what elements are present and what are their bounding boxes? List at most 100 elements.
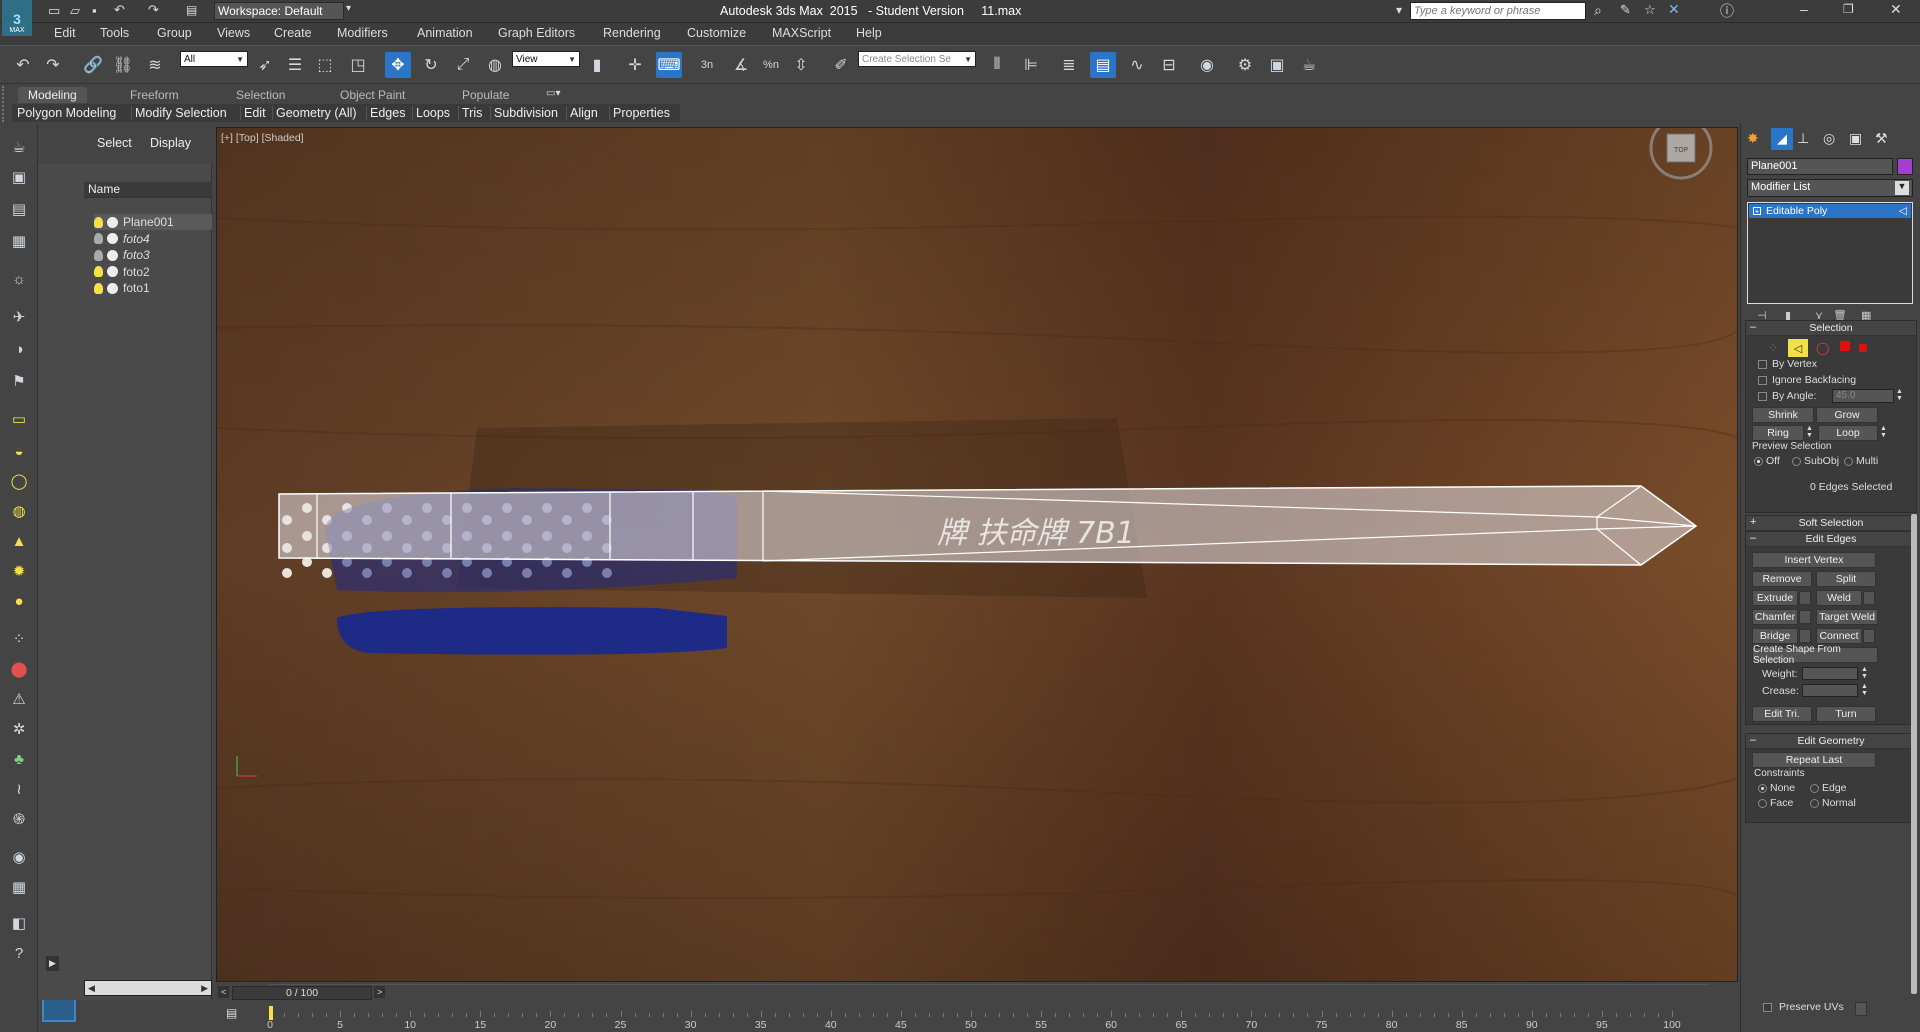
menu-maxscript[interactable]: MAXScript [772, 26, 831, 40]
workspace-dropdown-chevron-icon[interactable]: ▾ [346, 3, 351, 14]
edit-tri-button[interactable]: Edit Tri. [1752, 706, 1812, 722]
bones-filter-icon[interactable]: ◍ [6, 500, 32, 522]
shapes-filter-icon[interactable]: ◒ [6, 440, 32, 462]
time-marker[interactable] [269, 1006, 273, 1020]
search-input[interactable] [1410, 2, 1586, 20]
loop-button[interactable]: Loop [1818, 425, 1878, 441]
ring-spinner-icon[interactable]: ▲ ▼ [1806, 425, 1813, 439]
plane001-mesh[interactable]: 牌 扶命牌 7B1 [278, 485, 1698, 566]
extrude-button[interactable]: Extrude [1752, 590, 1798, 606]
ribbon-align[interactable]: Align [566, 106, 601, 120]
preserve-uvs-checkbox[interactable] [1763, 1003, 1772, 1012]
menu-views[interactable]: Views [217, 26, 250, 40]
mirror-icon[interactable]: ⫴ [984, 52, 1010, 78]
align-icon[interactable]: ⊫ [1018, 52, 1044, 78]
light-toggle-icon[interactable] [94, 216, 103, 228]
create-shape-button[interactable]: Create Shape From Selection [1752, 644, 1878, 666]
cameras-filter-icon[interactable]: ⚑ [6, 370, 32, 392]
vertex-mode-icon[interactable]: ⁘ [1768, 341, 1778, 355]
split-button[interactable]: Split [1816, 571, 1876, 587]
ribbon-tab-modeling[interactable]: Modeling [18, 87, 87, 103]
extrude-settings-icon[interactable] [1799, 591, 1811, 605]
ribbon-geometry-all[interactable]: Geometry (All) [272, 106, 360, 120]
favorites-icon[interactable]: ☆ [1644, 2, 1656, 18]
polygon-mode-icon[interactable] [1840, 341, 1850, 351]
restore-icon[interactable]: ❐ [1843, 2, 1854, 16]
weight-spinner-arrows-icon[interactable]: ▲ ▼ [1861, 666, 1868, 680]
space-warps-filter-icon[interactable]: ◑ [6, 338, 32, 360]
turn-button[interactable]: Turn [1816, 706, 1876, 722]
preview-multi-radio[interactable] [1844, 457, 1853, 466]
timeline-ruler[interactable]: 0 5 10 15 20 25 30 35 40 45 50 55 60 65 70 75 80 85 90 95 10… [267, 984, 1710, 1032]
select-and-rotate-icon[interactable]: ↻ [418, 52, 444, 78]
weight-spinner[interactable] [1802, 667, 1858, 680]
open-file-icon[interactable]: ▱ [70, 3, 80, 19]
select-and-move-icon[interactable]: ✥ [385, 52, 411, 78]
target-weld-button[interactable]: Target Weld [1816, 609, 1878, 625]
groups-filter-icon[interactable]: ⬤ [6, 658, 32, 680]
edit-edges-header[interactable]: – Edit Edges [1746, 532, 1916, 547]
ribbon-grip[interactable] [2, 86, 10, 122]
visibility-toggle-icon[interactable] [107, 233, 118, 244]
redo-icon[interactable]: ↷ [148, 2, 159, 18]
snaps-toggle-icon[interactable]: 3n [694, 52, 720, 78]
visibility-toggle-icon[interactable] [107, 266, 118, 277]
autodesk-x-icon[interactable]: ✕ [1668, 1, 1680, 18]
object-name-field[interactable]: Plane001 [1747, 158, 1893, 175]
visibility-toggle-icon[interactable] [107, 282, 118, 294]
edit-named-selection-icon[interactable]: ✐ [828, 52, 854, 78]
display-tab-icon[interactable]: ▣ [1849, 130, 1862, 147]
undo-icon[interactable]: ↶ [10, 52, 36, 78]
angle-snap-icon[interactable]: ∡ [728, 52, 754, 78]
light-toggle-icon[interactable] [94, 266, 103, 277]
edit-geometry-header[interactable]: – Edit Geometry [1746, 734, 1916, 749]
ribbon-edges[interactable]: Edges [366, 106, 408, 120]
project-folder-icon[interactable]: ▤ [186, 3, 197, 17]
ribbon-tab-populate[interactable]: Populate [452, 87, 519, 103]
scroll-left-icon[interactable]: ◀ [88, 983, 95, 994]
angle-spinner[interactable]: 45.0 [1832, 389, 1894, 403]
scene-scrollbar[interactable]: ◀ ▶ [84, 980, 212, 996]
mini-curve-editor-icon[interactable]: ▤ [226, 1006, 237, 1020]
ribbon-tab-selection[interactable]: Selection [226, 87, 295, 103]
pivot-center-icon[interactable]: ▮ [584, 52, 610, 78]
ribbon-subdivision[interactable]: Subdivision [490, 106, 561, 120]
select-by-name-icon[interactable]: ☰ [282, 52, 308, 78]
connect-button[interactable]: Connect [1816, 628, 1862, 644]
help-icon[interactable]: ⓘ [1720, 1, 1734, 21]
ribbon-options-icon[interactable]: ▭▾ [546, 88, 560, 99]
select-toggle-icon[interactable]: ☕ [6, 136, 32, 158]
selection-rollout-header[interactable]: – Selection [1746, 321, 1916, 336]
hidden-filter-icon[interactable]: ✲ [6, 718, 32, 740]
helpers-filter-icon[interactable]: ✈ [6, 306, 32, 328]
ribbon-tab-object-paint[interactable]: Object Paint [330, 87, 415, 103]
by-angle-checkbox[interactable] [1758, 392, 1767, 401]
scene-row-foto1[interactable]: foto1 [94, 280, 212, 296]
sun-filter-icon[interactable]: ✹ [6, 560, 32, 582]
scene-tab-display[interactable]: Display [150, 136, 191, 150]
menu-customize[interactable]: Customize [687, 26, 746, 40]
sphere-toggle-icon[interactable]: ◉ [6, 846, 32, 868]
weld-settings-icon[interactable] [1863, 591, 1875, 605]
menu-help[interactable]: Help [856, 26, 882, 40]
menu-modifiers[interactable]: Modifiers [337, 26, 388, 40]
tools-icon[interactable]: ✎ [1620, 2, 1631, 18]
selection-filter-dropdown[interactable]: All ▼ [180, 51, 248, 67]
named-selection-set-dropdown[interactable]: Create Selection Se ▼ [858, 51, 976, 67]
element-mode-icon[interactable]: ◼ [1858, 340, 1868, 354]
scene-column-header[interactable]: Name [84, 182, 212, 198]
window-crossing-icon[interactable]: ◳ [345, 52, 371, 78]
scene-row-plane001[interactable]: Plane001 [94, 214, 212, 230]
reference-coordinate-dropdown[interactable]: View ▼ [512, 51, 580, 67]
ribbon-tab-freeform[interactable]: Freeform [120, 87, 189, 103]
geometry-filter-icon[interactable]: ▭ [6, 408, 32, 430]
repeat-last-button[interactable]: Repeat Last [1752, 752, 1876, 768]
menu-tools[interactable]: Tools [100, 26, 129, 40]
visibility-toggle-icon[interactable] [107, 216, 118, 228]
render-production-icon[interactable]: ☕ [1296, 52, 1322, 78]
preserve-uvs-settings-icon[interactable] [1855, 1002, 1867, 1016]
scene-row-foto4[interactable]: foto4 [94, 231, 212, 247]
ribbon-properties[interactable]: Properties [609, 106, 673, 120]
border-mode-icon[interactable]: ◯ [1816, 341, 1829, 355]
light-toggle-icon[interactable] [94, 282, 103, 294]
